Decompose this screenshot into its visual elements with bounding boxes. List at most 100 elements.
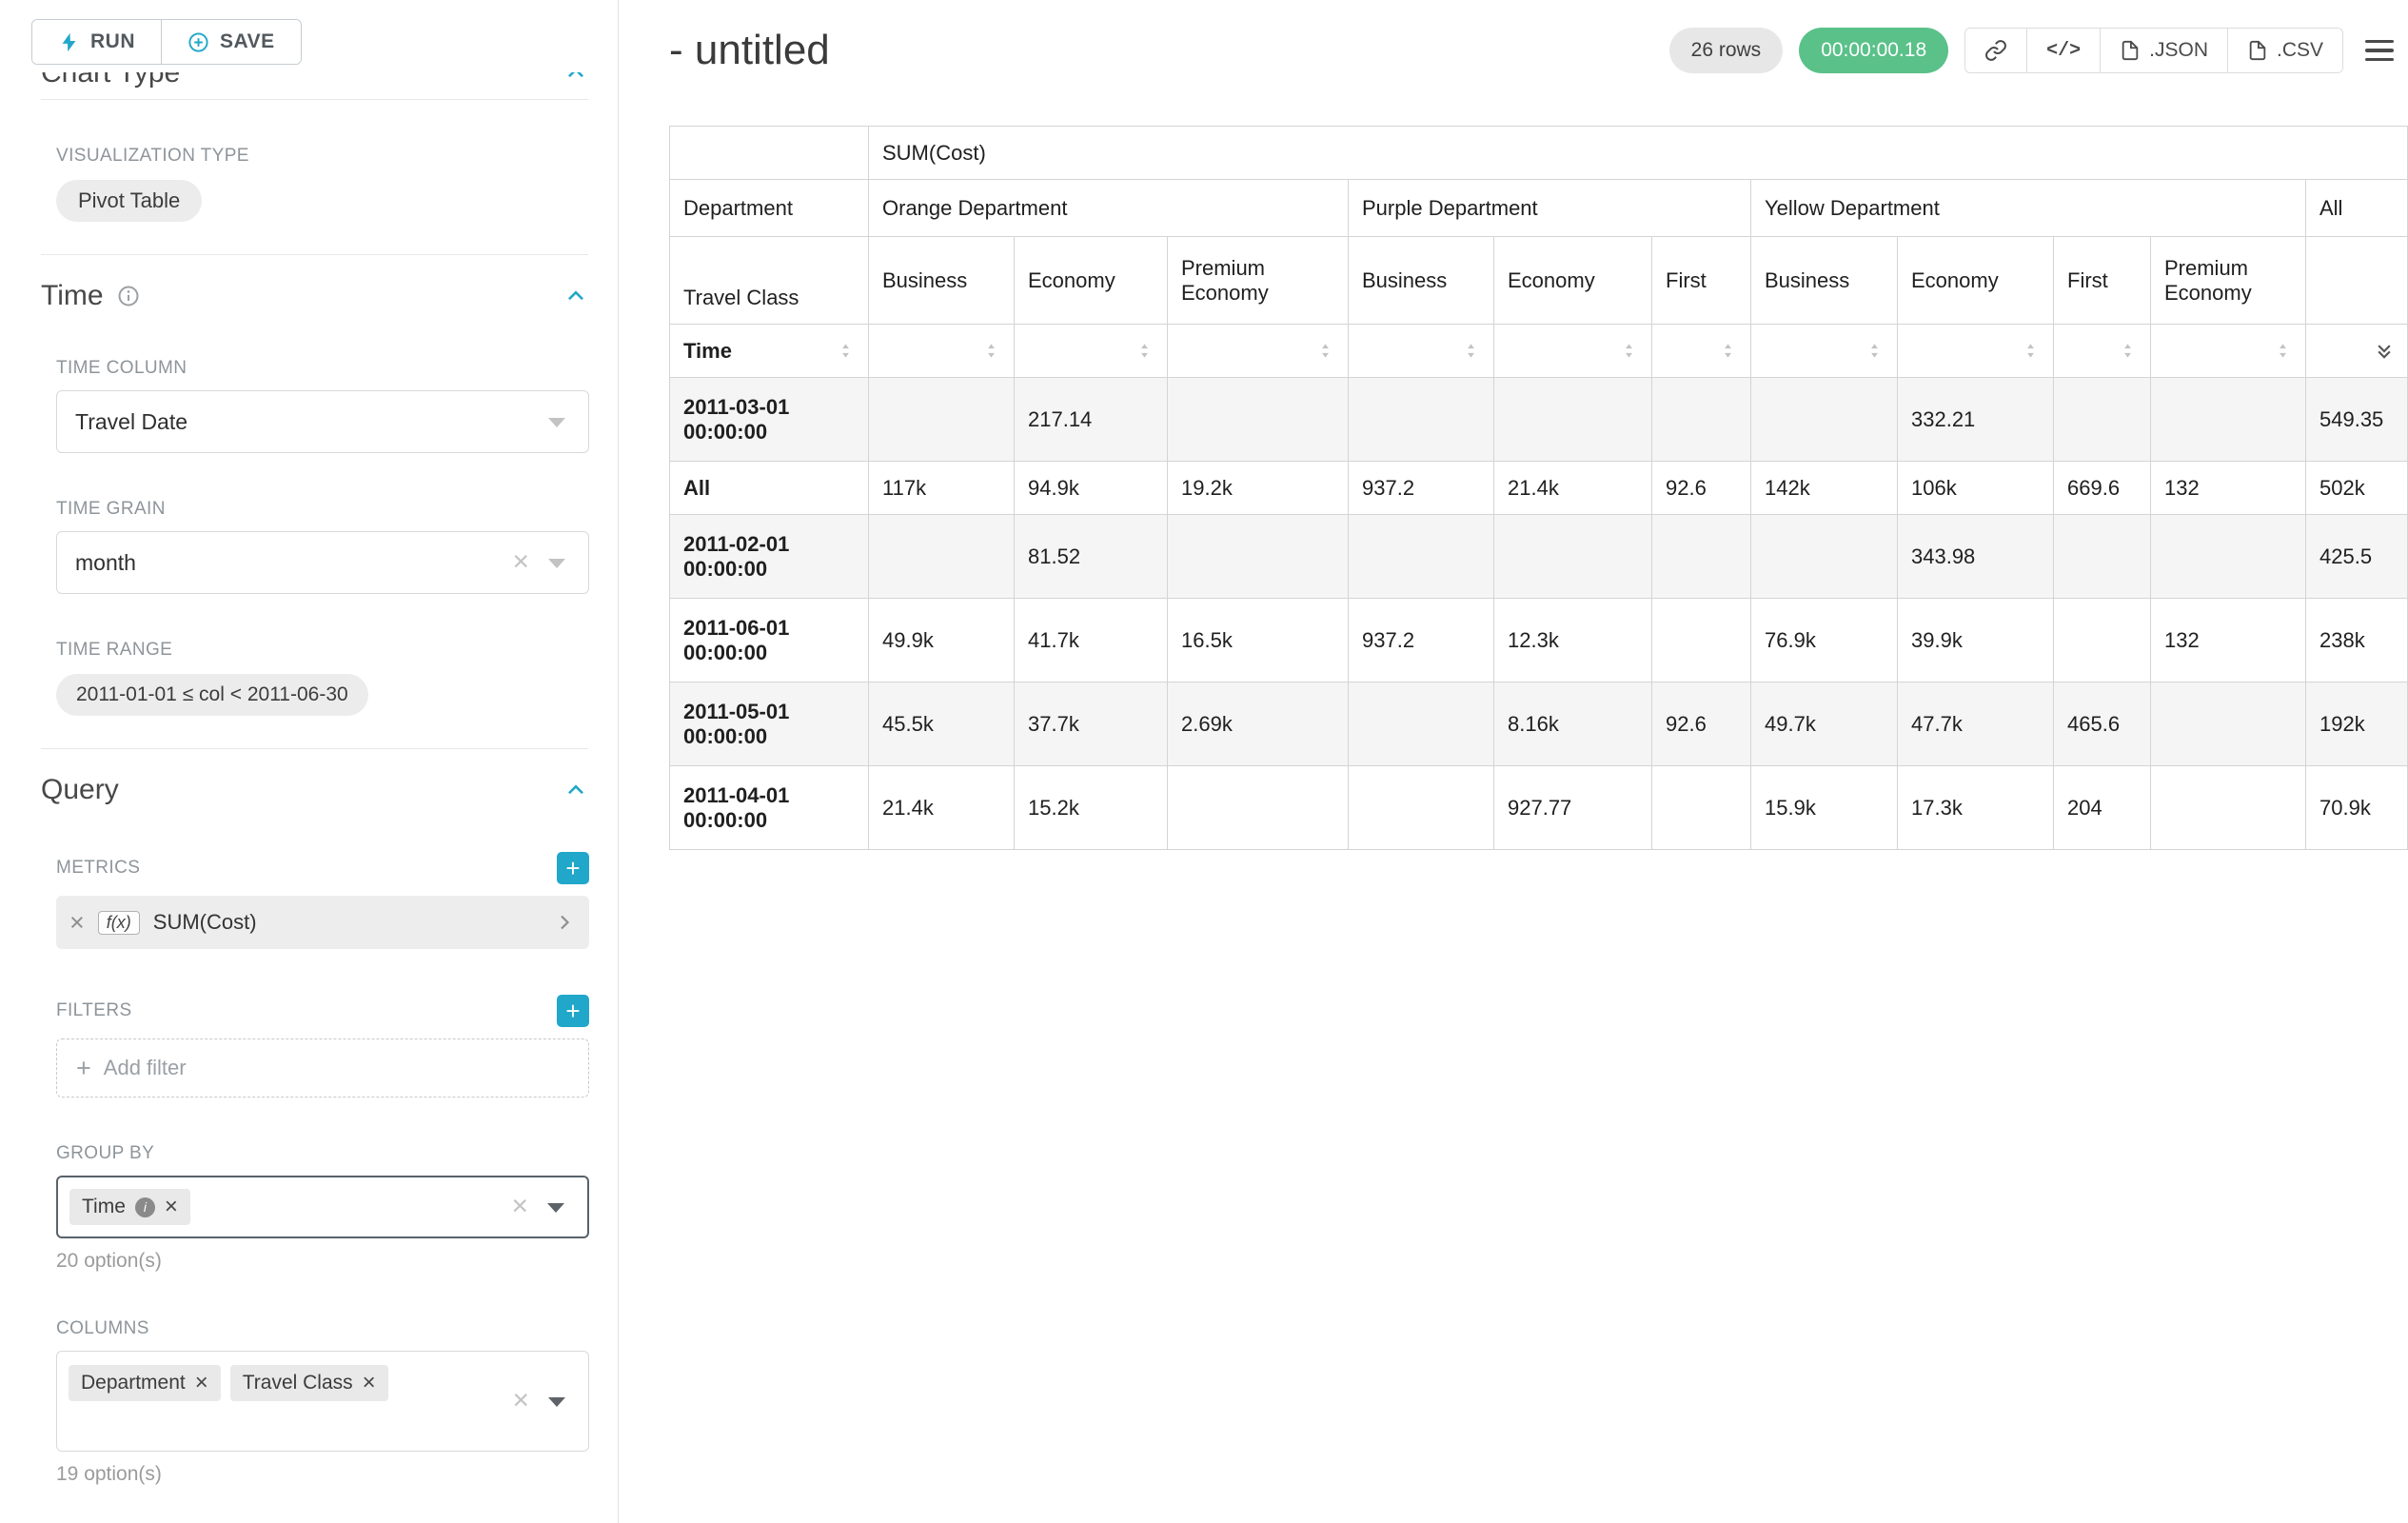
pivot-data-row: All117k94.9k19.2k937.221.4k92.6142k106k6… xyxy=(670,462,2408,515)
run-button[interactable]: RUN xyxy=(32,20,161,64)
chart-title[interactable]: - untitled xyxy=(669,27,830,74)
pivot-value-cell: 92.6 xyxy=(1652,682,1751,766)
query-section-header[interactable]: Query xyxy=(41,774,588,806)
pivot-value-cell xyxy=(1652,766,1751,850)
pivot-class-header: Economy xyxy=(1898,237,2054,325)
close-icon[interactable]: × xyxy=(165,1196,178,1218)
pivot-value-cell: 47.7k xyxy=(1898,682,2054,766)
share-link-button[interactable] xyxy=(1965,29,2026,72)
pivot-value-cell xyxy=(1349,766,1494,850)
pivot-sort-header xyxy=(2151,325,2306,378)
time-column-select[interactable]: Travel Date xyxy=(56,390,589,453)
sort-arrows-icon[interactable] xyxy=(982,342,1000,360)
pivot-value-cell: 17.3k xyxy=(1898,766,2054,850)
pivot-row-label: 2011-04-01 00:00:00 xyxy=(670,766,869,850)
pivot-class-header: Economy xyxy=(1015,237,1168,325)
file-icon xyxy=(2120,40,2141,61)
link-icon xyxy=(1984,39,2007,62)
metric-item[interactable]: × f(x) SUM(Cost) xyxy=(56,896,589,949)
section-chart-type: Chart Type VISUALIZATION TYPE Pivot Tabl… xyxy=(41,57,588,222)
pivot-value-cell: 343.98 xyxy=(1898,515,2054,599)
pivot-value-cell: 81.52 xyxy=(1015,515,1168,599)
pivot-class-header: First xyxy=(1652,237,1751,325)
pivot-value-cell xyxy=(2054,378,2151,462)
save-button[interactable]: SAVE xyxy=(161,20,301,64)
pivot-class-header: Business xyxy=(1751,237,1898,325)
pivot-value-cell: 132 xyxy=(2151,599,2306,682)
close-icon[interactable]: × xyxy=(363,1372,376,1394)
columns-select[interactable]: Department × Travel Class × × xyxy=(56,1351,589,1452)
sort-arrows-icon[interactable] xyxy=(2274,342,2292,360)
columns-options-hint: 19 option(s) xyxy=(56,1463,588,1486)
export-toolbar: </> .JSON .CSV xyxy=(1964,28,2343,73)
add-filter-plus-button[interactable]: + xyxy=(557,995,589,1027)
pivot-sort-header xyxy=(1898,325,2054,378)
pivot-table-container: SUM(Cost)DepartmentOrange DepartmentPurp… xyxy=(669,126,2399,850)
close-icon[interactable]: × xyxy=(512,1384,529,1416)
time-section-header[interactable]: Time xyxy=(41,280,588,312)
visualization-type-value[interactable]: Pivot Table xyxy=(56,180,202,222)
sort-arrows-icon[interactable] xyxy=(1865,342,1884,360)
group-by-label: GROUP BY xyxy=(56,1143,588,1164)
pivot-value-cell: 192k xyxy=(2306,682,2408,766)
add-filter-button[interactable]: + Add filter xyxy=(56,1038,589,1098)
time-grain-select[interactable]: month × xyxy=(56,531,589,594)
close-icon[interactable]: × xyxy=(69,908,85,938)
pivot-row-label: 2011-02-01 00:00:00 xyxy=(670,515,869,599)
sort-arrows-icon[interactable] xyxy=(1620,342,1638,360)
time-grain-value: month xyxy=(75,550,136,576)
pivot-value-cell xyxy=(1751,515,1898,599)
columns-tag[interactable]: Travel Class × xyxy=(230,1365,388,1401)
pivot-value-cell: 16.5k xyxy=(1168,599,1349,682)
pivot-value-cell: 927.77 xyxy=(1494,766,1652,850)
pivot-table[interactable]: SUM(Cost)DepartmentOrange DepartmentPurp… xyxy=(669,126,2408,850)
columns-tag[interactable]: Department × xyxy=(69,1365,221,1401)
pivot-value-cell: 49.7k xyxy=(1751,682,1898,766)
export-json-button[interactable]: .JSON xyxy=(2100,29,2227,72)
chevron-up-icon[interactable] xyxy=(563,284,588,308)
sort-arrows-icon[interactable] xyxy=(2022,342,2040,360)
info-icon[interactable]: i xyxy=(135,1197,155,1217)
sort-arrows-icon[interactable] xyxy=(1462,342,1480,360)
pivot-sub-dimension-header: Travel Class xyxy=(670,237,869,325)
metric-name: SUM(Cost) xyxy=(153,910,257,935)
sort-desc-icon[interactable] xyxy=(2375,342,2394,361)
group-by-tag[interactable]: Time i × xyxy=(69,1189,190,1225)
group-by-select[interactable]: Time i × × xyxy=(56,1176,589,1238)
pivot-value-cell xyxy=(869,378,1015,462)
pivot-value-cell xyxy=(2151,378,2306,462)
pivot-value-cell: 937.2 xyxy=(1349,599,1494,682)
pivot-value-cell: 549.35 xyxy=(2306,378,2408,462)
pivot-department-header: All xyxy=(2306,180,2408,237)
run-save-button-group: RUN SAVE xyxy=(31,19,302,65)
pivot-department-header: Orange Department xyxy=(869,180,1349,237)
chevron-right-icon[interactable] xyxy=(553,911,576,934)
pivot-value-cell xyxy=(1168,378,1349,462)
pivot-value-cell: 12.3k xyxy=(1494,599,1652,682)
chevron-up-icon[interactable] xyxy=(563,778,588,802)
close-icon[interactable]: × xyxy=(195,1372,208,1394)
sort-arrows-icon[interactable] xyxy=(1719,342,1737,360)
chart-area: - untitled 26 rows 00:00:00.18 </> .JSON xyxy=(620,0,2408,1523)
sort-arrows-icon[interactable] xyxy=(1316,342,1334,360)
pivot-sort-header xyxy=(1494,325,1652,378)
time-range-value[interactable]: 2011-01-01 ≤ col < 2011-06-30 xyxy=(56,674,368,716)
pivot-value-cell xyxy=(2151,682,2306,766)
time-grain-label: TIME GRAIN xyxy=(56,499,588,520)
export-csv-button[interactable]: .CSV xyxy=(2227,29,2342,72)
pivot-sort-header xyxy=(1751,325,1898,378)
menu-icon[interactable] xyxy=(2359,28,2399,73)
sort-arrows-icon[interactable] xyxy=(837,342,855,360)
sort-arrows-icon[interactable] xyxy=(1135,342,1154,360)
sort-arrows-icon[interactable] xyxy=(2119,342,2137,360)
close-icon[interactable]: × xyxy=(512,545,529,578)
pivot-value-cell xyxy=(2054,515,2151,599)
pivot-value-cell: 19.2k xyxy=(1168,462,1349,515)
close-icon[interactable]: × xyxy=(511,1190,528,1222)
view-query-button[interactable]: </> xyxy=(2026,29,2100,72)
control-panel: RUN SAVE Chart Type VISUALIZATION TYPE P… xyxy=(0,0,619,1523)
pivot-class-header: Economy xyxy=(1494,237,1652,325)
add-filter-label: Add filter xyxy=(104,1056,187,1080)
pivot-value-cell xyxy=(1168,766,1349,850)
add-metric-button[interactable]: + xyxy=(557,852,589,884)
